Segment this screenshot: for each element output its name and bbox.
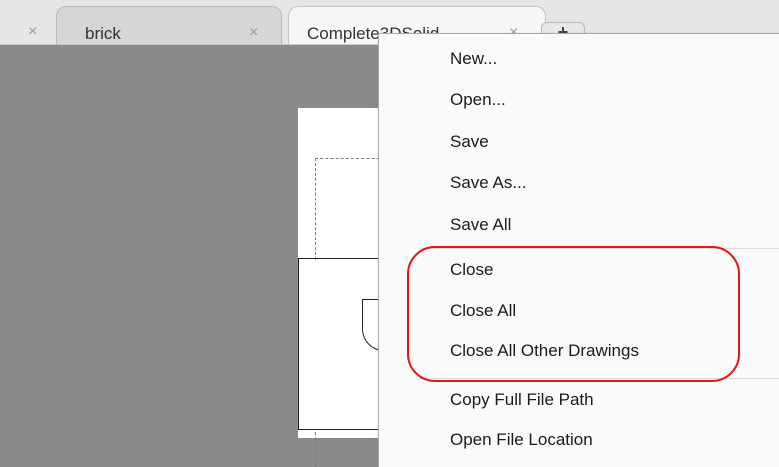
tab-brick[interactable]: brick ×	[56, 6, 282, 44]
tab-label: brick	[85, 24, 121, 43]
menu-item-save-as[interactable]: Save As...	[450, 173, 527, 193]
red-highlight-annotation	[407, 246, 740, 382]
menu-item-save-all[interactable]: Save All	[450, 215, 511, 235]
dashed-guide	[315, 158, 316, 260]
menu-item-open[interactable]: Open...	[450, 90, 506, 110]
menu-item-open-location[interactable]: Open File Location	[450, 430, 593, 450]
tab-close-icon[interactable]: ×	[28, 23, 37, 41]
menu-item-save[interactable]: Save	[450, 132, 489, 152]
menu-item-new[interactable]: New...	[450, 49, 497, 69]
menu-item-copy-path[interactable]: Copy Full File Path	[450, 390, 594, 410]
dashed-guide	[315, 432, 316, 467]
tab-close-icon[interactable]: ×	[249, 24, 258, 42]
